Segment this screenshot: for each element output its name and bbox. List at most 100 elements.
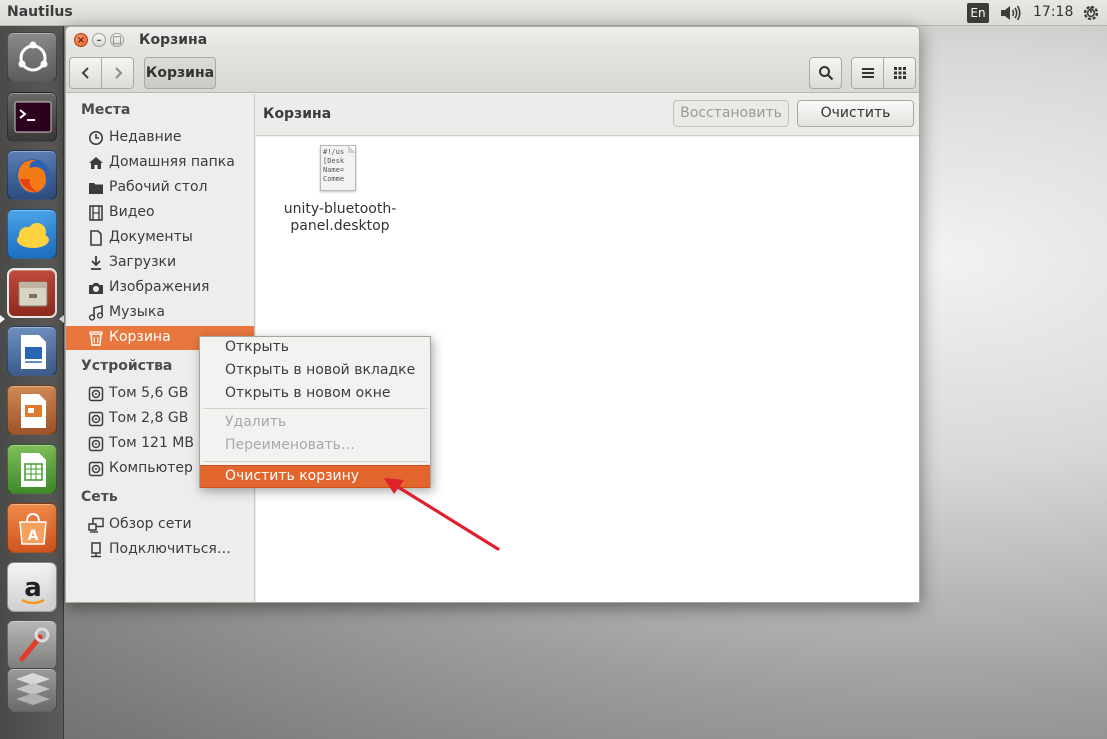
sidebar-item-label: Документы [109,229,193,245]
menu-separator [203,461,427,462]
grid-icon [893,67,906,79]
folder-icon [89,183,103,194]
sidebar-item-recent[interactable]: Недавние [66,126,254,150]
sidebar-item-videos[interactable]: Видео [66,201,254,225]
sidebar-item-label: Видео [109,204,155,220]
sidebar-item-music[interactable]: Музыка [66,301,254,325]
download-icon [91,256,101,270]
path-bar-button[interactable]: Корзина [144,57,216,89]
menu-separator [203,408,427,409]
sidebar-item-browse-network[interactable]: Обзор сети [66,513,254,537]
dash-icon[interactable] [7,32,57,82]
sidebar-item-label: Том 5,6 GB [109,385,189,401]
film-icon [89,205,103,221]
window-title: Корзина [139,32,208,48]
cloud-icon[interactable] [7,209,57,259]
search-icon [818,66,833,81]
back-button[interactable] [69,57,102,89]
amazon-icon[interactable]: a [7,562,57,612]
writer-icon[interactable] [7,326,57,376]
sidebar-item-label: Недавние [109,129,182,145]
maximize-window-button[interactable]: □ [110,33,124,47]
titlebar[interactable]: × – □ Корзина [66,27,919,53]
file-preview-line: #!/us [323,148,345,156]
sidebar-item-label: Компьютер [109,460,193,476]
drive-icon [88,411,104,427]
empty-trash-button[interactable]: Очистить [797,100,914,127]
music-icon [88,305,104,321]
app-title: Nautilus [7,4,73,20]
restore-button[interactable]: Восстановить [673,100,789,127]
file-preview-line: Comme [323,175,345,183]
drive-icon [88,461,104,477]
sidebar-item-label: Музыка [109,304,165,320]
sidebar-item-label: Корзина [109,329,171,345]
file-preview-line: Name= [323,166,345,174]
menu-item-label: Открыть в новом окне [225,385,391,401]
firefox-icon[interactable] [7,150,57,200]
annotation-arrow-icon [384,478,500,551]
home-icon [89,157,103,169]
menu-item-open[interactable]: Открыть [200,337,430,360]
menu-item-rename: Переименовать… [200,435,430,458]
sidebar-item-label: Домашняя папка [109,154,235,170]
menu-item-label: Открыть [225,339,289,355]
drive-icon [88,386,104,402]
workspaces-icon[interactable] [7,668,57,712]
context-menu: Открыть Открыть в новой вкладке Открыть … [199,336,431,488]
sidebar-item-connect-server[interactable]: Подключиться… [66,538,254,562]
file-name-line: unity-bluetooth- [283,201,397,217]
sidebar-item-downloads[interactable]: Загрузки [66,251,254,275]
calc-icon[interactable] [7,444,57,494]
volume-icon[interactable] [999,4,1021,22]
menu-item-open-new-window[interactable]: Открыть в новом окне [200,383,430,406]
chevron-left-icon [81,67,89,79]
menu-item-open-new-tab[interactable]: Открыть в новой вкладке [200,360,430,383]
drive-icon [88,436,104,452]
file-manager-icon[interactable] [7,268,57,318]
terminal-icon[interactable] [7,92,57,142]
forward-button[interactable] [101,57,134,89]
menu-item-label: Удалить [225,414,287,430]
clock[interactable]: 17:18 [1033,4,1073,20]
impress-icon[interactable] [7,385,57,435]
trash-info-bar: Корзина Восстановить Очистить [256,94,919,136]
connect-icon [91,542,101,558]
file-item[interactable]: #!/us [Desk Name= Comme unity-bluetooth-… [270,142,410,235]
list-view-button[interactable] [851,57,884,89]
sidebar-heading-network: Сеть [81,489,118,505]
sidebar-heading-places: Места [81,102,131,118]
sidebar-item-documents[interactable]: Документы [66,226,254,250]
settings-icon[interactable] [7,620,57,670]
sidebar-item-label: Загрузки [109,254,177,270]
sidebar-item-label: Обзор сети [109,516,192,532]
software-center-icon[interactable]: A [7,503,57,553]
sidebar-item-home[interactable]: Домашняя папка [66,151,254,175]
menu-item-delete: Удалить [200,412,430,435]
sidebar-item-desktop[interactable]: Рабочий стол [66,176,254,200]
minimize-window-button[interactable]: – [92,33,106,47]
menu-item-label: Открыть в новой вкладке [225,362,416,378]
sidebar-item-pictures[interactable]: Изображения [66,276,254,300]
text-file-icon: #!/us [Desk Name= Comme [320,145,356,191]
search-button[interactable] [809,57,842,89]
sidebar-item-label: Том 121 MB [109,435,194,451]
file-name-line: panel.desktop [290,218,390,234]
sidebar-item-label: Изображения [109,279,210,295]
power-gear-icon[interactable] [1081,3,1101,23]
svg-text:a: a [24,573,42,603]
sidebar-item-label: Подключиться… [109,541,231,557]
launcher-running-indicator [0,315,5,323]
list-icon [861,68,874,78]
launcher-focus-indicator [59,315,64,323]
sidebar-item-label: Том 2,8 GB [109,410,189,426]
top-panel: Nautilus En 17:18 [0,0,1107,26]
keyboard-layout-indicator[interactable]: En [967,3,989,23]
close-window-button[interactable]: × [74,33,88,47]
file-name: unity-bluetooth- panel.desktop [270,201,410,235]
document-icon [90,230,102,246]
camera-icon [89,283,103,294]
trash-icon [89,331,103,346]
network-icon [88,517,104,533]
grid-view-button[interactable] [883,57,916,89]
